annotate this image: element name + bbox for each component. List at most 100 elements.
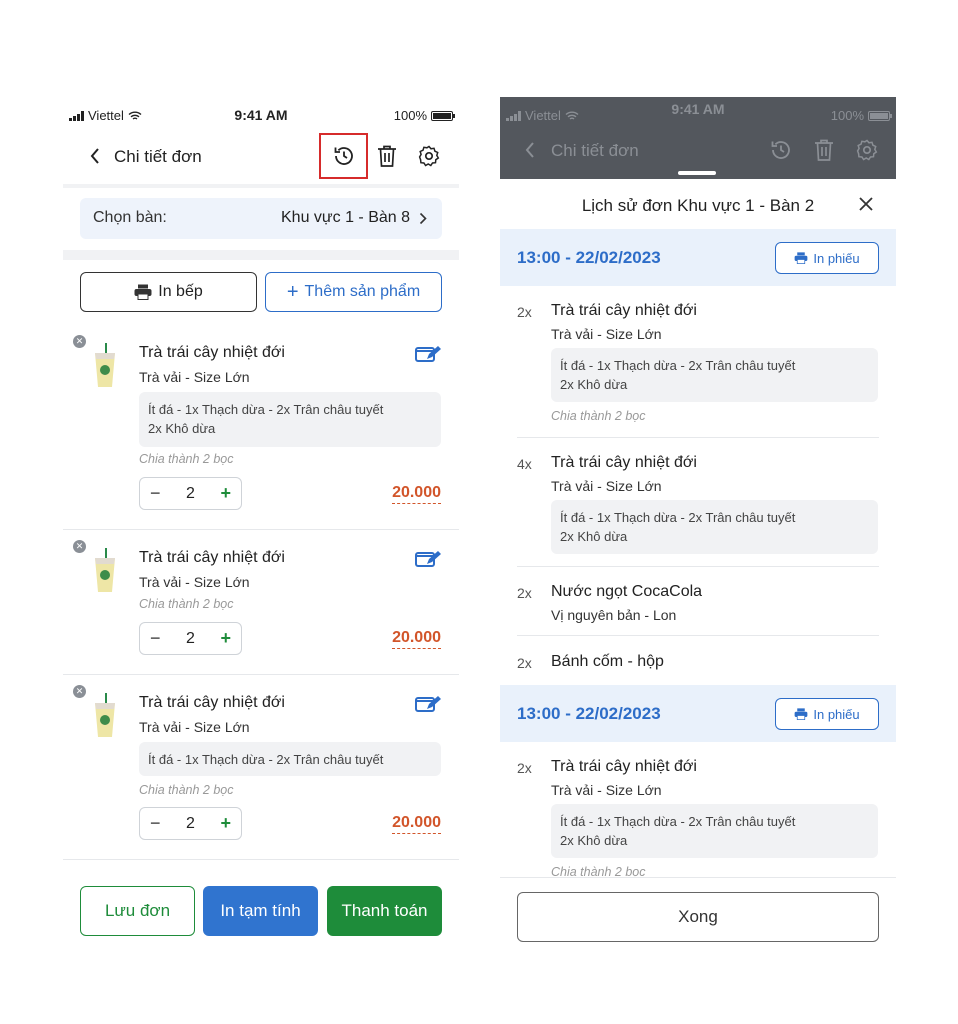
table-selector[interactable]: Chọn bàn: Khu vực 1 - Bàn 8: [80, 198, 442, 239]
header-divider: [63, 184, 459, 188]
item-variant: Trà vải - Size Lớn: [139, 719, 250, 735]
settings-button[interactable]: [415, 142, 443, 170]
battery-percent: 100%: [830, 108, 864, 123]
entry-qty: 2x: [517, 585, 532, 601]
quantity-stepper[interactable]: − 2 +: [139, 807, 242, 840]
entry-variant: Trà vải - Size Lớn: [551, 478, 662, 494]
order-item: ✕ Trà trái cây nhiệt đới Trà vải - Size …: [63, 534, 459, 674]
item-divider: [63, 674, 459, 675]
bg-page-title: Chi tiết đơn: [551, 141, 639, 160]
trash-icon: [815, 139, 833, 161]
entry-split-note: Chia thành 2 bọc: [551, 409, 646, 423]
entry-name: Trà trái cây nhiệt đới: [551, 758, 697, 775]
decrease-button[interactable]: −: [150, 483, 161, 504]
printer-icon: [794, 252, 808, 264]
print-kitchen-button[interactable]: In bếp: [80, 272, 257, 312]
remove-item-button[interactable]: ✕: [73, 540, 86, 553]
entry-name: Nước ngọt CocaCola: [551, 583, 703, 600]
plus-icon: +: [286, 281, 299, 303]
entry-divider: [517, 635, 879, 636]
printer-icon: [134, 284, 152, 300]
history-group-header: 13:00 - 22/02/2023 In phiếu: [500, 685, 896, 742]
history-sheet: Lịch sử đơn Khu vực 1 - Bàn 2 13:00 - 22…: [500, 179, 896, 957]
chevron-right-icon: [419, 212, 427, 225]
status-bar: Viettel 9:41 AM 100%: [500, 97, 896, 133]
item-options: Ít đá - 1x Thạch dừa - 2x Trân châu tuyế…: [139, 742, 441, 776]
decrease-button[interactable]: −: [150, 628, 161, 649]
quantity-value[interactable]: 2: [186, 485, 195, 503]
item-divider: [63, 529, 459, 530]
increase-button[interactable]: +: [220, 813, 231, 834]
item-price: 20.000: [392, 629, 441, 649]
entry-variant: Vị nguyên bản - Lon: [551, 607, 677, 623]
done-button[interactable]: Xong: [517, 892, 879, 942]
quantity-value[interactable]: 2: [186, 630, 195, 648]
save-order-button[interactable]: Lưu đơn: [80, 886, 195, 936]
entry-divider: [517, 566, 879, 567]
print-ticket-button[interactable]: In phiếu: [775, 242, 879, 274]
chevron-left-icon: [525, 142, 534, 158]
history-group-header: 13:00 - 22/02/2023 In phiếu: [500, 229, 896, 286]
entry-variant: Trà vải - Size Lớn: [551, 326, 662, 342]
pay-button[interactable]: Thanh toán: [327, 886, 442, 936]
item-name: Trà trái cây nhiệt đới: [139, 694, 285, 711]
item-split-note: Chia thành 2 bọc: [139, 783, 234, 797]
trash-icon: [378, 145, 396, 167]
quantity-value[interactable]: 2: [186, 815, 195, 833]
delete-order-button[interactable]: [373, 142, 401, 170]
increase-button[interactable]: +: [220, 628, 231, 649]
history-button[interactable]: [330, 142, 358, 170]
item-divider: [63, 859, 459, 860]
history-icon: [334, 147, 353, 165]
entry-options: Ít đá - 1x Thạch dừa - 2x Trân châu tuyế…: [551, 500, 878, 554]
battery-percent: 100%: [393, 108, 427, 123]
order-item: ✕ Trà trái cây nhiệt đới Trà vải - Size …: [63, 329, 459, 529]
item-variant: Trà vải - Size Lớn: [139, 369, 250, 385]
print-ticket-button[interactable]: In phiếu: [775, 698, 879, 730]
item-options: Ít đá - 1x Thạch dừa - 2x Trân châu tuyế…: [139, 392, 441, 447]
increase-button[interactable]: +: [220, 483, 231, 504]
gear-icon: [418, 145, 440, 167]
history-icon: [771, 141, 790, 159]
edit-note-icon[interactable]: [415, 345, 441, 363]
group-time: 13:00 - 22/02/2023: [517, 248, 661, 267]
drink-cup-icon: [95, 343, 115, 387]
entry-divider: [517, 437, 879, 438]
entry-qty: 2x: [517, 655, 532, 671]
remove-item-button[interactable]: ✕: [73, 335, 86, 348]
table-value: Khu vực 1 - Bàn 8: [281, 209, 410, 226]
entry-qty: 4x: [517, 456, 532, 472]
order-history-screen: Viettel 9:41 AM 100% Chi tiết đơn Lịch s…: [500, 97, 896, 957]
group-time: 13:00 - 22/02/2023: [517, 704, 661, 723]
decrease-button[interactable]: −: [150, 813, 161, 834]
entry-variant: Trà vải - Size Lớn: [551, 782, 662, 798]
print-temp-button[interactable]: In tạm tính: [203, 886, 318, 936]
entry-name: Bánh cốm - hộp: [551, 653, 664, 670]
edit-note-icon[interactable]: [415, 550, 441, 568]
order-item: ✕ Trà trái cây nhiệt đới Trà vải - Size …: [63, 679, 459, 859]
quantity-stepper[interactable]: − 2 +: [139, 622, 242, 655]
gear-icon: [856, 139, 878, 161]
entry-name: Trà trái cây nhiệt đới: [551, 454, 697, 471]
status-bar: Viettel 9:41 AM 100%: [63, 97, 459, 133]
page-title: Chi tiết đơn: [114, 147, 202, 166]
item-name: Trà trái cây nhiệt đới: [139, 549, 285, 566]
close-icon[interactable]: [858, 196, 874, 212]
section-divider: [63, 250, 459, 260]
entry-qty: 2x: [517, 760, 532, 776]
entry-qty: 2x: [517, 304, 532, 320]
battery-icon: [868, 110, 892, 121]
item-price: 20.000: [392, 814, 441, 834]
item-name: Trà trái cây nhiệt đới: [139, 344, 285, 361]
edit-note-icon[interactable]: [415, 695, 441, 713]
add-product-button[interactable]: + Thêm sản phẩm: [265, 272, 442, 312]
chevron-left-icon: [90, 148, 99, 164]
entry-options: Ít đá - 1x Thạch dừa - 2x Trân châu tuyế…: [551, 348, 878, 402]
printer-icon: [794, 708, 808, 720]
back-button[interactable]: [81, 142, 109, 170]
sheet-grabber[interactable]: [678, 171, 716, 175]
item-split-note: Chia thành 2 bọc: [139, 597, 234, 611]
quantity-stepper[interactable]: − 2 +: [139, 477, 242, 510]
remove-item-button[interactable]: ✕: [73, 685, 86, 698]
order-detail-screen: Viettel 9:41 AM 100% Chi tiết đơn Chọn b…: [63, 97, 459, 957]
